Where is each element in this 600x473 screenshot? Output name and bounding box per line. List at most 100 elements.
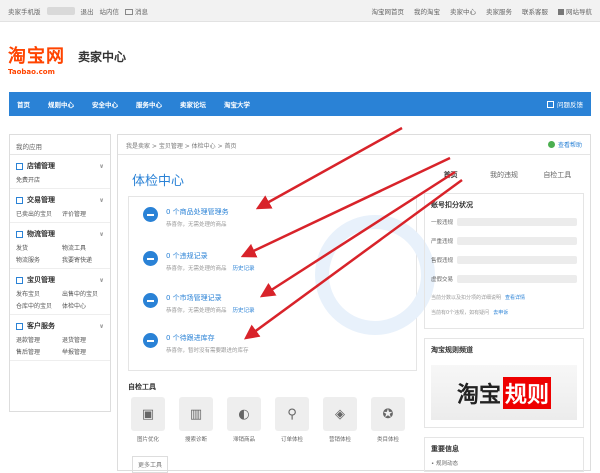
nav-security[interactable]: 安全中心 <box>92 99 118 109</box>
logo-cn: 淘宝网 <box>8 46 65 67</box>
contact-link[interactable]: 联系客服 <box>522 6 548 16</box>
seller-center-link[interactable]: 卖家中心 <box>450 6 476 16</box>
status-icon <box>143 333 158 348</box>
score-bar <box>457 256 577 264</box>
check-item[interactable]: 0 个待跟进库存 恭喜你，暂时没有需要跟进的库存 <box>143 333 249 354</box>
check-item-title[interactable]: 0 个商品处理管理务 <box>166 207 229 217</box>
more-tools-button[interactable]: 更多工具 <box>132 456 169 473</box>
breadcrumb-text[interactable]: 我是卖家 > 宝贝管理 > 体检中心 > 首页 <box>126 141 237 150</box>
tool-search-diagnose[interactable]: ▥ 搜索诊断 <box>176 397 216 443</box>
deduction-panel: 账号扣分状况 一般违规 严重违规 售假违规 虚假交易 当前分数以及扣分项的详细说… <box>424 193 584 329</box>
sidebar-link[interactable]: 退货管理 <box>62 335 104 344</box>
sidebar-link[interactable]: 免费开店 <box>16 175 58 184</box>
top-bar: 卖家手机版 退出 站内信 消息 淘宝网首页 我的淘宝 卖家中心 卖家服务 联系客… <box>0 0 600 22</box>
feedback-icon <box>547 100 554 108</box>
row-label: 售假违规 <box>431 258 454 264</box>
sidebar-link[interactable]: 出售中的宝贝 <box>62 289 104 298</box>
chevron-down-icon: ∨ <box>99 162 104 170</box>
tool-order-check[interactable]: ⚲ 订单体检 <box>272 397 312 443</box>
mail-icon <box>125 8 133 15</box>
section-header[interactable]: 客户服务 ∨ <box>16 321 104 331</box>
row-label: 严重违规 <box>431 239 454 245</box>
check-item[interactable]: 0 个违规记录 恭喜你，无需处理的商品 历史记录 <box>143 251 255 272</box>
bars-icon: ▥ <box>179 397 213 431</box>
sidebar-link[interactable]: 发布宝贝 <box>16 289 58 298</box>
sidebar-section-logistics: 物流管理 ∨ 发货 物流工具 物流服务 我要寄快递 <box>10 223 110 269</box>
deduction-row: 售假违规 <box>431 256 577 264</box>
sidebar-link[interactable]: 物流服务 <box>16 255 58 264</box>
sidebar-link[interactable]: 售后管理 <box>16 347 58 356</box>
nav-service[interactable]: 服务中心 <box>136 99 162 109</box>
check-item-title[interactable]: 0 个市场管理记录 <box>166 293 255 303</box>
tab-violations[interactable]: 我的违规 <box>477 165 530 183</box>
sidebar-link[interactable]: 举报管理 <box>62 347 104 356</box>
image-icon: ▣ <box>131 397 165 431</box>
news-item[interactable]: • 规则动态 <box>431 459 577 467</box>
note-text: 当前有0个违规，如有疑问 <box>431 310 490 316</box>
check-item[interactable]: 0 个市场管理记录 恭喜你，无需处理的商品 历史记录 <box>143 293 255 314</box>
nav-home[interactable]: 首页 <box>17 99 30 109</box>
nav-forum[interactable]: 卖家论坛 <box>180 99 206 109</box>
tab-home[interactable]: 首页 <box>424 165 477 183</box>
rules-banner[interactable]: 淘宝 规则 <box>431 365 577 420</box>
sitemap-link[interactable]: 网站导航 <box>558 6 592 16</box>
check-item-desc: 恭喜你，无需处理的商品 <box>166 222 227 228</box>
tool-slow-goods[interactable]: ◐ 滞销商品 <box>224 397 264 443</box>
help-button[interactable]: 查看帮助 <box>547 141 582 149</box>
section-title: 店铺管理 <box>27 162 55 170</box>
tool-label: 滞销商品 <box>232 437 255 443</box>
check-item[interactable]: 0 个商品处理管理务恭喜你，无需处理的商品 <box>143 207 229 228</box>
appeal-link[interactable]: 去申诉 <box>493 310 508 316</box>
section-header[interactable]: 物流管理 ∨ <box>16 229 104 239</box>
feedback-button[interactable]: 问题反馈 <box>547 99 583 109</box>
chevron-down-icon: ∨ <box>99 276 104 284</box>
mobile-link[interactable]: 卖家手机版 <box>8 6 41 16</box>
tool-image-optimize[interactable]: ▣ 图片优化 <box>128 397 168 443</box>
check-item-title[interactable]: 0 个待跟进库存 <box>166 333 249 343</box>
inbox-link[interactable]: 站内信 <box>100 6 120 16</box>
sidebar-link[interactable]: 体检中心 <box>62 301 104 310</box>
nav-rules[interactable]: 规则中心 <box>48 99 74 109</box>
grid-icon <box>558 8 564 15</box>
check-item-title[interactable]: 0 个违规记录 <box>166 251 255 261</box>
sidebar-link[interactable]: 评价管理 <box>62 209 104 218</box>
truck-icon <box>16 230 23 238</box>
sidebar-link[interactable]: 退款管理 <box>16 335 58 344</box>
tools-row: ▣ 图片优化 ▥ 搜索诊断 ◐ 滞销商品 ⚲ 订单体检 ◈ 营销体检 ✪ 类目体检 <box>128 397 417 443</box>
sidebar-link[interactable]: 仓库中的宝贝 <box>16 301 58 310</box>
history-link[interactable]: 历史记录 <box>233 266 255 272</box>
checkup-title: 体检中心 <box>132 174 185 189</box>
detail-link[interactable]: 查看详情 <box>505 295 525 301</box>
section-header[interactable]: 店铺管理 ∨ <box>16 161 104 171</box>
tool-marketing-check[interactable]: ◈ 营销体检 <box>320 397 360 443</box>
chart-icon: ◐ <box>227 397 261 431</box>
tab-self-check[interactable]: 自检工具 <box>531 165 584 183</box>
right-tabs: 首页 我的违规 自检工具 <box>424 165 584 183</box>
sidebar-link[interactable]: 发货 <box>16 243 58 252</box>
tool-label: 类目体检 <box>376 437 399 443</box>
logout-link[interactable]: 退出 <box>81 6 94 16</box>
status-icon <box>143 251 158 266</box>
sidebar-section-customer: 客户服务 ∨ 退款管理 退货管理 售后管理 举报管理 <box>10 315 110 361</box>
section-header[interactable]: 交易管理 ∨ <box>16 195 104 205</box>
section-title: 宝贝管理 <box>27 276 55 284</box>
news-title: 重要信息 <box>431 445 459 453</box>
sidebar-link[interactable]: 已卖出的宝贝 <box>16 209 58 218</box>
taobao-home-link[interactable]: 淘宝网首页 <box>372 6 405 16</box>
seller-service-link[interactable]: 卖家服务 <box>486 6 512 16</box>
tool-category-check[interactable]: ✪ 类目体检 <box>368 397 408 443</box>
sitemap-label: 网站导航 <box>566 7 592 16</box>
sidebar-link[interactable]: 我要寄快递 <box>62 255 104 264</box>
tool-label: 订单体检 <box>280 437 303 443</box>
rules-title: 淘宝规则频道 <box>431 346 473 354</box>
sidebar-link[interactable]: 物流工具 <box>62 243 104 252</box>
taobao-logo[interactable]: 淘宝网 Taobao.com <box>8 42 65 76</box>
score-bar <box>457 218 577 226</box>
nav-university[interactable]: 淘宝大学 <box>224 99 250 109</box>
section-title: 客户服务 <box>27 322 55 330</box>
section-header[interactable]: 宝贝管理 ∨ <box>16 275 104 285</box>
message-link[interactable]: 消息 <box>125 6 148 16</box>
help-icon <box>547 141 555 148</box>
my-taobao-link[interactable]: 我的淘宝 <box>414 6 440 16</box>
history-link[interactable]: 历史记录 <box>233 308 255 314</box>
